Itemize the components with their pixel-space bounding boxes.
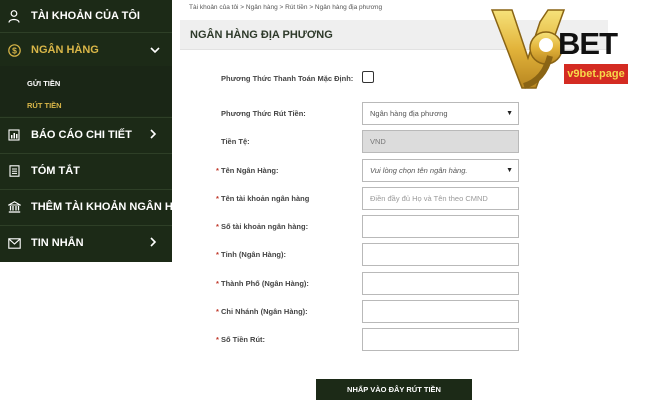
withdraw-method-select[interactable]: Ngân hàng địa phương ▼ [362,102,519,125]
account-number-label: * Số tài khoản ngân hàng: [216,222,309,231]
bank-name-placeholder: Vui lòng chọn tên ngân hàng. [370,166,468,175]
chevron-down-icon [150,43,160,57]
user-icon [7,9,21,23]
divider [0,117,172,118]
report-icon [7,128,21,142]
city-label-text: Thành Phố (Ngân Hàng): [221,279,309,288]
sidebar-item-label: TÓM TẮT [31,165,80,177]
required-mark: * [216,222,219,231]
submenu-item-deposit[interactable]: GỬI TIỀN [27,79,60,88]
account-name-input[interactable]: Điền đầy đủ Họ và Tên theo CMND [362,187,519,210]
sidebar-item-label: THÊM TÀI KHOẢN NGÂN HÀNG [31,201,198,213]
breadcrumb[interactable]: Tài khoản của tôi > Ngân hàng > Rút tiền… [189,4,382,11]
sidebar: TÀI KHOẢN CỦA TÔI $ NGÂN HÀNG GỬI TIỀN R… [0,0,197,262]
dollar-coin-icon: $ [7,43,21,57]
default-method-label: Phương Thức Thanh Toán Mặc Định: [221,74,354,83]
branch-label-text: Chi Nhánh (Ngân Hàng): [221,307,308,316]
default-method-checkbox[interactable] [362,71,374,83]
city-input[interactable] [362,272,519,295]
city-label: * Thành Phố (Ngân Hàng): [216,279,309,288]
sidebar-item-label: TÀI KHOẢN CỦA TÔI [31,10,140,22]
sidebar-item-account[interactable]: TÀI KHOẢN CỦA TÔI [0,0,172,32]
v9bet-logo: BET v9bet.page [478,0,638,96]
account-name-label: * Tên tài khoản ngân hàng [216,194,310,203]
document-icon [7,164,21,178]
currency-field: VND [362,130,519,153]
divider [0,32,172,33]
bank-name-label-text: Tên Ngân Hàng: [221,166,279,175]
svg-text:$: $ [12,45,17,55]
sidebar-item-messages[interactable]: TIN NHẮN [0,227,172,259]
chevron-right-icon [150,236,157,250]
amount-label-text: Số Tiền Rút: [221,335,266,344]
sidebar-item-report[interactable]: BÁO CÁO CHI TIẾT [0,119,172,151]
account-name-placeholder: Điền đầy đủ Họ và Tên theo CMND [370,194,488,203]
bank-name-select[interactable]: Vui lòng chọn tên ngân hàng. ▼ [362,159,519,182]
sidebar-item-add-bank[interactable]: THÊM TÀI KHOẢN NGÂN HÀNG [0,191,197,223]
account-number-label-text: Số tài khoản ngân hàng: [221,222,309,231]
bank-icon [7,200,21,214]
sidebar-item-label: BÁO CÁO CHI TIẾT [31,129,132,141]
required-mark: * [216,250,219,259]
province-label-text: Tỉnh (Ngân Hàng): [221,250,286,259]
required-mark: * [216,335,219,344]
divider [0,153,172,154]
currency-value: VND [370,137,386,146]
sidebar-item-bank[interactable]: $ NGÂN HÀNG [0,34,172,66]
currency-label: Tiền Tệ: [221,137,250,146]
sidebar-item-label: NGÂN HÀNG [31,44,99,56]
bank-submenu [0,66,172,116]
province-label: * Tỉnh (Ngân Hàng): [216,250,286,259]
logo-bet-text: BET [558,26,618,61]
required-mark: * [216,307,219,316]
withdraw-method-label: Phương Thức Rút Tiền: [221,109,306,118]
required-mark: * [216,279,219,288]
dropdown-arrow-icon: ▼ [506,167,513,174]
submenu-item-withdraw[interactable]: RÚT TIỀN [27,101,62,110]
page-title: NGÂN HÀNG ĐỊA PHƯƠNG [190,29,333,41]
amount-label: * Số Tiền Rút: [216,335,266,344]
withdraw-method-value: Ngân hàng địa phương [370,109,448,118]
envelope-icon [7,236,21,250]
dropdown-arrow-icon: ▼ [506,110,513,117]
chevron-right-icon [150,128,157,142]
sidebar-item-label: TIN NHẮN [31,237,84,249]
branch-label: * Chi Nhánh (Ngân Hàng): [216,307,308,316]
submit-withdraw-button[interactable]: NHẤP VÀO ĐÂY RÚT TIỀN [316,379,472,400]
divider [0,189,172,190]
amount-input[interactable] [362,328,519,351]
account-number-input[interactable] [362,215,519,238]
account-name-label-text: Tên tài khoản ngân hàng [221,194,310,203]
branch-input[interactable] [362,300,519,323]
sidebar-item-summary[interactable]: TÓM TẮT [0,155,172,187]
required-mark: * [216,194,219,203]
required-mark: * [216,166,219,175]
province-input[interactable] [362,243,519,266]
bank-name-label: * Tên Ngân Hàng: [216,166,279,175]
divider [0,225,172,226]
logo-url-badge: v9bet.page [564,64,628,84]
